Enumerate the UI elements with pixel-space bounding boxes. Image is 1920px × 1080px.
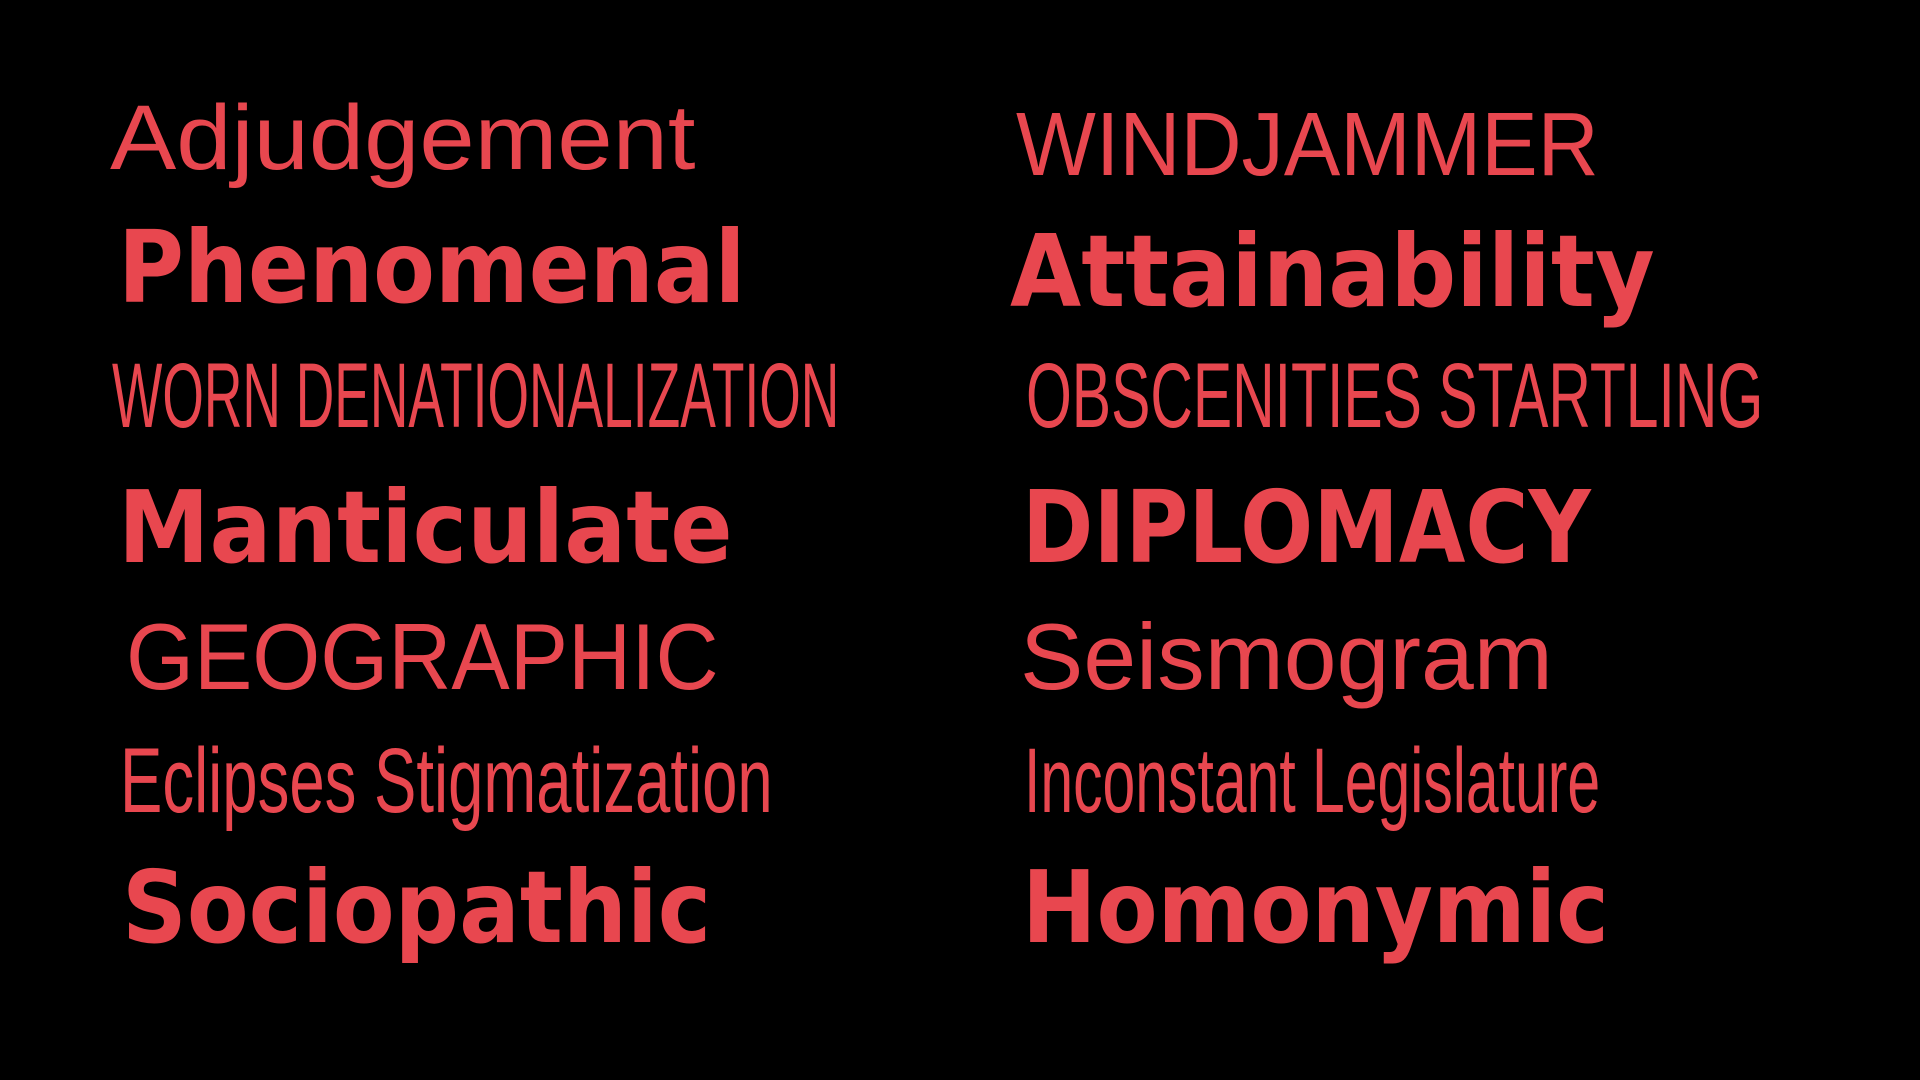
specimen-word: GEOGRAPHIC — [126, 604, 719, 709]
specimen-word: OBSCENITIES STARTLING — [1026, 345, 1764, 447]
specimen-word: Eclipses Stigmatization — [120, 730, 773, 832]
type-specimen-canvas: Adjudgement Phenomenal WORN DENATIONALIZ… — [0, 0, 1920, 1080]
specimen-word: Manticulate — [118, 469, 733, 586]
specimen-word: WINDJAMMER — [1016, 95, 1599, 195]
specimen-word: Phenomenal — [118, 209, 746, 326]
specimen-word: Homonymic — [1022, 849, 1609, 966]
specimen-word: Inconstant Legislature — [1024, 730, 1601, 832]
specimen-word: Seismogram — [1020, 604, 1553, 709]
specimen-word: DIPLOMACY — [1022, 469, 1591, 586]
specimen-word: Attainability — [1010, 213, 1655, 330]
specimen-word: WORN DENATIONALIZATION — [112, 345, 840, 447]
specimen-word: Sociopathic — [122, 849, 712, 966]
specimen-word: Adjudgement — [110, 87, 696, 189]
